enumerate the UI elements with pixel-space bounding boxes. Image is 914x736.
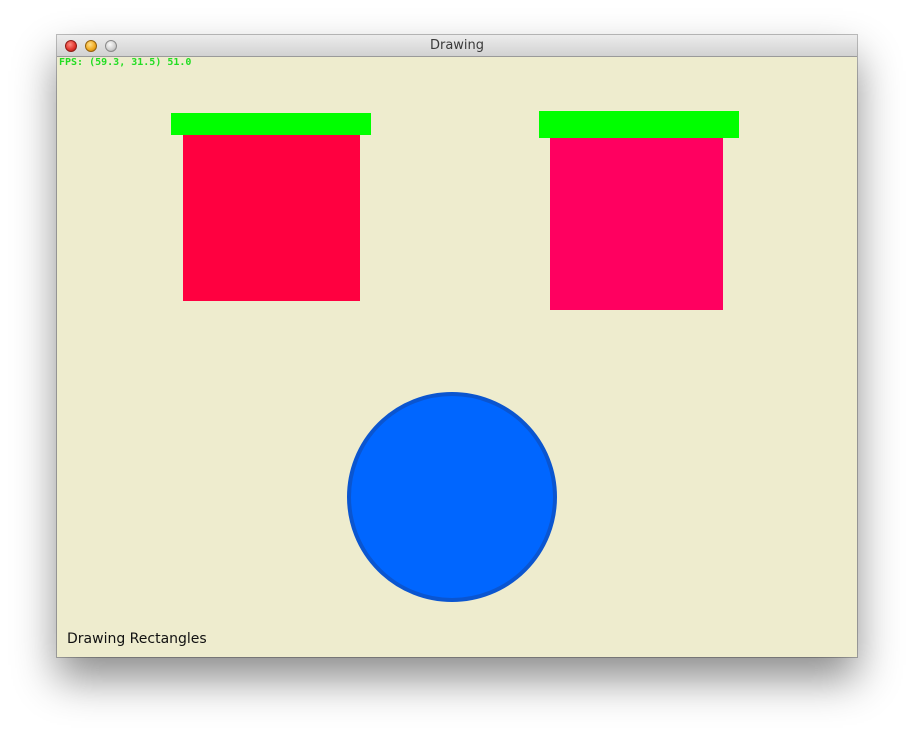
right-pink-square bbox=[550, 138, 723, 310]
right-green-bar bbox=[539, 111, 739, 138]
left-green-bar bbox=[171, 113, 371, 135]
caption-label: Drawing Rectangles bbox=[67, 631, 207, 647]
blue-circle bbox=[347, 392, 557, 602]
title-bar[interactable]: Drawing bbox=[57, 35, 857, 57]
window-title: Drawing bbox=[429, 38, 485, 53]
left-red-square bbox=[183, 135, 360, 301]
drawing-canvas[interactable]: FPS: (59.3, 31.5) 51.0 Drawing Rectangle… bbox=[57, 57, 857, 657]
app-window: Drawing FPS: (59.3, 31.5) 51.0 Drawing R… bbox=[57, 35, 857, 657]
fps-readout: FPS: (59.3, 31.5) 51.0 bbox=[59, 57, 192, 68]
